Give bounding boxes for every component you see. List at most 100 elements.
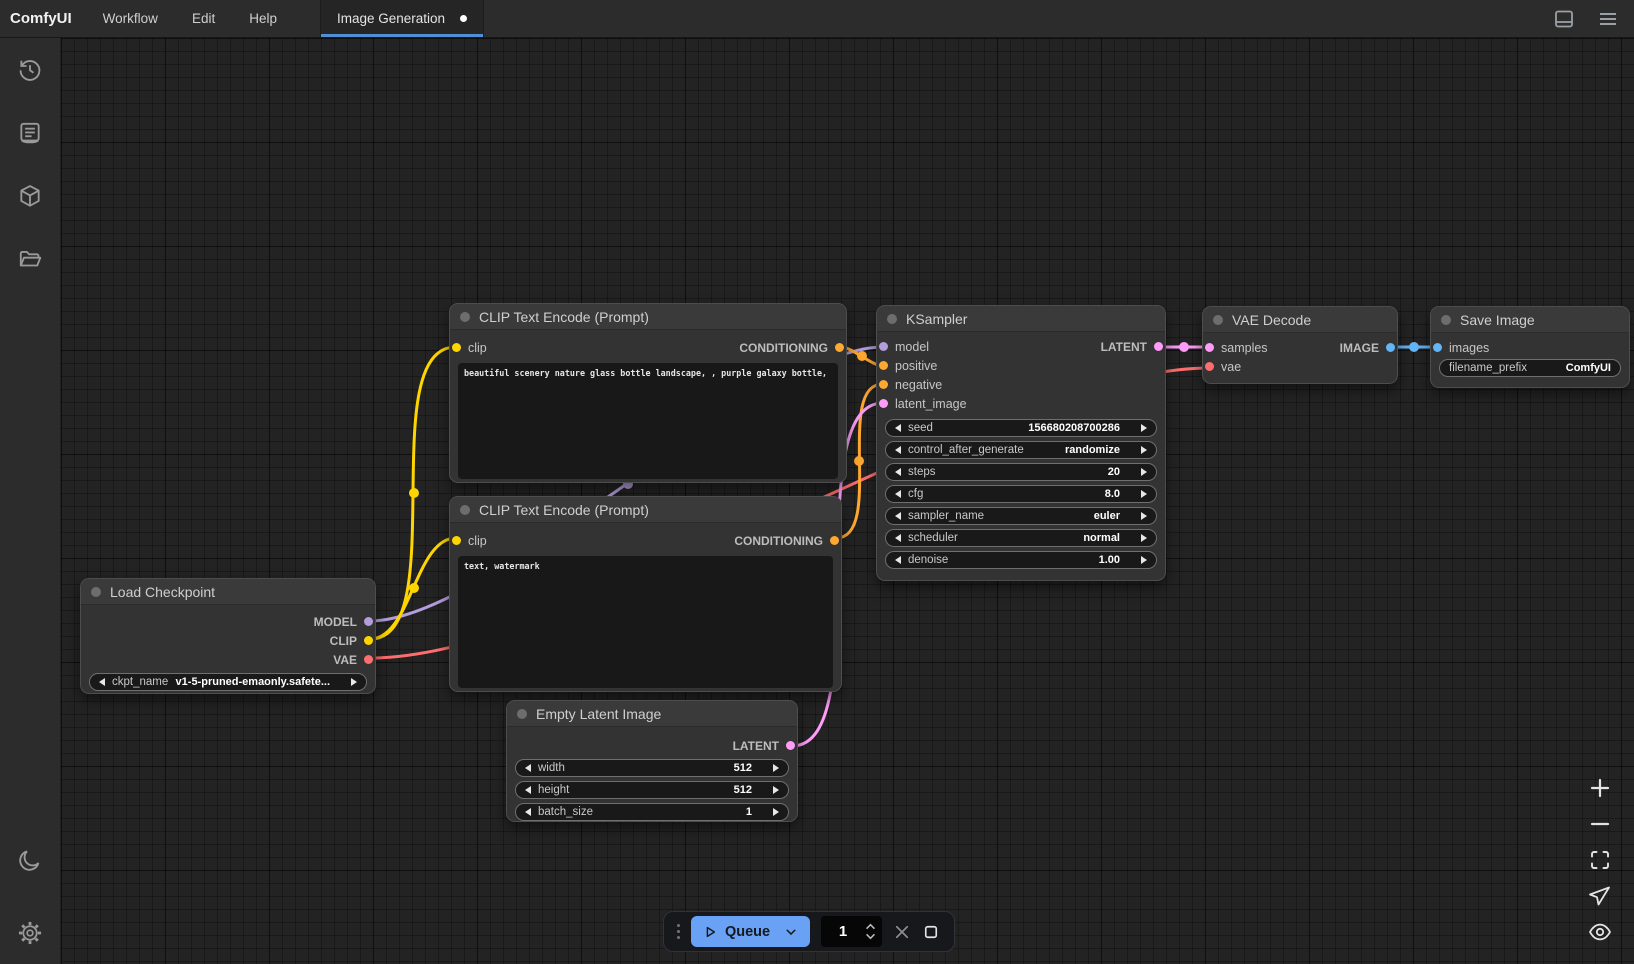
widget-increment-icon[interactable] <box>1141 534 1147 542</box>
widget-ckpt-name[interactable]: ckpt_name v1-5-pruned-emaonly.safete... <box>89 673 367 691</box>
history-icon[interactable] <box>17 57 43 83</box>
widget-cfg[interactable]: cfg 8.0 <box>885 485 1157 503</box>
node-title-bar[interactable]: CLIP Text Encode (Prompt) <box>450 497 841 523</box>
output-slot-image[interactable] <box>1386 343 1395 352</box>
bottom-panel-toggle-icon[interactable] <box>1552 7 1576 31</box>
widget-scheduler[interactable]: scheduler normal <box>885 529 1157 547</box>
collapse-dot-icon[interactable] <box>517 709 527 719</box>
widget-steps[interactable]: steps 20 <box>885 463 1157 481</box>
widget-decrement-icon[interactable] <box>895 556 901 564</box>
output-slot-model[interactable] <box>364 617 373 626</box>
widget-increment-icon[interactable] <box>351 678 357 686</box>
model-library-icon[interactable] <box>17 183 43 209</box>
prompt-textarea[interactable]: beautiful scenery nature glass bottle la… <box>458 363 838 479</box>
output-slot-latent[interactable] <box>786 741 795 750</box>
node-vae-decode[interactable]: VAE Decode samples IMAGE vae <box>1202 306 1398 384</box>
widget-increment-icon[interactable] <box>773 808 779 816</box>
drag-handle-icon[interactable] <box>677 924 680 939</box>
menu-help[interactable]: Help <box>232 0 294 37</box>
toggle-link-visibility-eye-icon[interactable] <box>1588 920 1612 944</box>
collapse-dot-icon[interactable] <box>1213 315 1223 325</box>
input-slot-latent-image[interactable] <box>879 399 888 408</box>
node-title-bar[interactable]: KSampler <box>877 306 1165 332</box>
input-slot-positive[interactable] <box>879 361 888 370</box>
output-slot-conditioning[interactable] <box>830 536 839 545</box>
input-slot-negative[interactable] <box>879 380 888 389</box>
widget-width[interactable]: width 512 <box>515 759 789 777</box>
hamburger-menu-icon[interactable] <box>1596 7 1620 31</box>
widget-decrement-icon[interactable] <box>895 512 901 520</box>
chevron-down-icon[interactable] <box>784 925 798 939</box>
widget-decrement-icon[interactable] <box>895 468 901 476</box>
node-graph-canvas[interactable] <box>61 38 1634 964</box>
widget-increment-icon[interactable] <box>1141 446 1147 454</box>
clear-queue-x-icon[interactable] <box>893 923 911 941</box>
widget-decrement-icon[interactable] <box>895 534 901 542</box>
input-slot-model[interactable] <box>879 342 888 351</box>
node-empty-latent-image[interactable]: Empty Latent Image LATENT width 512 heig… <box>506 700 798 822</box>
widget-decrement-icon[interactable] <box>895 490 901 498</box>
node-load-checkpoint[interactable]: Load Checkpoint MODEL CLIP VAE ckpt_name… <box>80 578 376 694</box>
fit-view-icon[interactable] <box>1588 848 1612 872</box>
collapse-dot-icon[interactable] <box>91 587 101 597</box>
node-title-bar[interactable]: Save Image <box>1431 307 1629 333</box>
widget-increment-icon[interactable] <box>773 764 779 772</box>
node-clip-text-encode-negative[interactable]: CLIP Text Encode (Prompt) clip CONDITION… <box>449 496 842 692</box>
zoom-in-icon[interactable] <box>1588 776 1612 800</box>
widget-decrement-icon[interactable] <box>99 678 105 686</box>
settings-gear-icon[interactable] <box>17 920 43 946</box>
output-slot-vae[interactable] <box>364 655 373 664</box>
widget-increment-icon[interactable] <box>773 786 779 794</box>
stepper-down-icon[interactable] <box>865 933 876 940</box>
widget-seed[interactable]: seed 156680208700286 <box>885 419 1157 437</box>
collapse-dot-icon[interactable] <box>460 312 470 322</box>
input-slot-vae[interactable] <box>1205 362 1214 371</box>
widget-sampler-name[interactable]: sampler_name euler <box>885 507 1157 525</box>
output-slot-latent[interactable] <box>1154 342 1163 351</box>
prompt-textarea[interactable]: text, watermark <box>458 556 833 688</box>
widget-denoise[interactable]: denoise 1.00 <box>885 551 1157 569</box>
workflows-folder-icon[interactable] <box>17 246 43 272</box>
theme-toggle-moon-icon[interactable] <box>17 847 43 873</box>
node-save-image[interactable]: Save Image images filename_prefix ComfyU… <box>1430 306 1630 388</box>
node-title-bar[interactable]: VAE Decode <box>1203 307 1397 333</box>
widget-filename-prefix[interactable]: filename_prefix ComfyUI <box>1439 359 1621 377</box>
input-slot-samples[interactable] <box>1205 343 1214 352</box>
widget-decrement-icon[interactable] <box>525 764 531 772</box>
widget-increment-icon[interactable] <box>1141 490 1147 498</box>
node-title-bar[interactable]: Empty Latent Image <box>507 701 797 727</box>
collapse-dot-icon[interactable] <box>460 505 470 515</box>
tab-image-generation[interactable]: Image Generation <box>320 0 484 37</box>
output-slot-clip[interactable] <box>364 636 373 645</box>
collapse-dot-icon[interactable] <box>1441 315 1451 325</box>
node-library-icon[interactable] <box>17 120 43 146</box>
widget-increment-icon[interactable] <box>1141 424 1147 432</box>
node-title-bar[interactable]: CLIP Text Encode (Prompt) <box>450 304 846 330</box>
widget-height[interactable]: height 512 <box>515 781 789 799</box>
input-slot-clip[interactable] <box>452 343 461 352</box>
queue-button[interactable]: Queue <box>691 916 810 947</box>
widget-increment-icon[interactable] <box>1141 512 1147 520</box>
input-slot-clip[interactable] <box>452 536 461 545</box>
menu-workflow[interactable]: Workflow <box>86 0 175 37</box>
widget-decrement-icon[interactable] <box>525 808 531 816</box>
widget-increment-icon[interactable] <box>1141 468 1147 476</box>
collapse-dot-icon[interactable] <box>887 314 897 324</box>
zoom-out-icon[interactable] <box>1588 812 1612 836</box>
widget-decrement-icon[interactable] <box>895 446 901 454</box>
menu-edit[interactable]: Edit <box>175 0 232 37</box>
output-slot-conditioning[interactable] <box>835 343 844 352</box>
node-ksampler[interactable]: KSampler model LATENT positive negative … <box>876 305 1166 581</box>
widget-control-after-generate[interactable]: control_after_generate randomize <box>885 441 1157 459</box>
batch-count-input[interactable]: 1 <box>821 916 882 947</box>
stop-square-icon[interactable] <box>922 923 940 941</box>
widget-batch-size[interactable]: batch_size 1 <box>515 803 789 821</box>
widget-increment-icon[interactable] <box>1141 556 1147 564</box>
select-mode-arrow-icon[interactable] <box>1588 884 1612 908</box>
input-slot-images[interactable] <box>1433 343 1442 352</box>
node-clip-text-encode-positive[interactable]: CLIP Text Encode (Prompt) clip CONDITION… <box>449 303 847 483</box>
stepper-up-icon[interactable] <box>865 923 876 930</box>
widget-decrement-icon[interactable] <box>525 786 531 794</box>
widget-decrement-icon[interactable] <box>895 424 901 432</box>
node-title-bar[interactable]: Load Checkpoint <box>81 579 375 605</box>
